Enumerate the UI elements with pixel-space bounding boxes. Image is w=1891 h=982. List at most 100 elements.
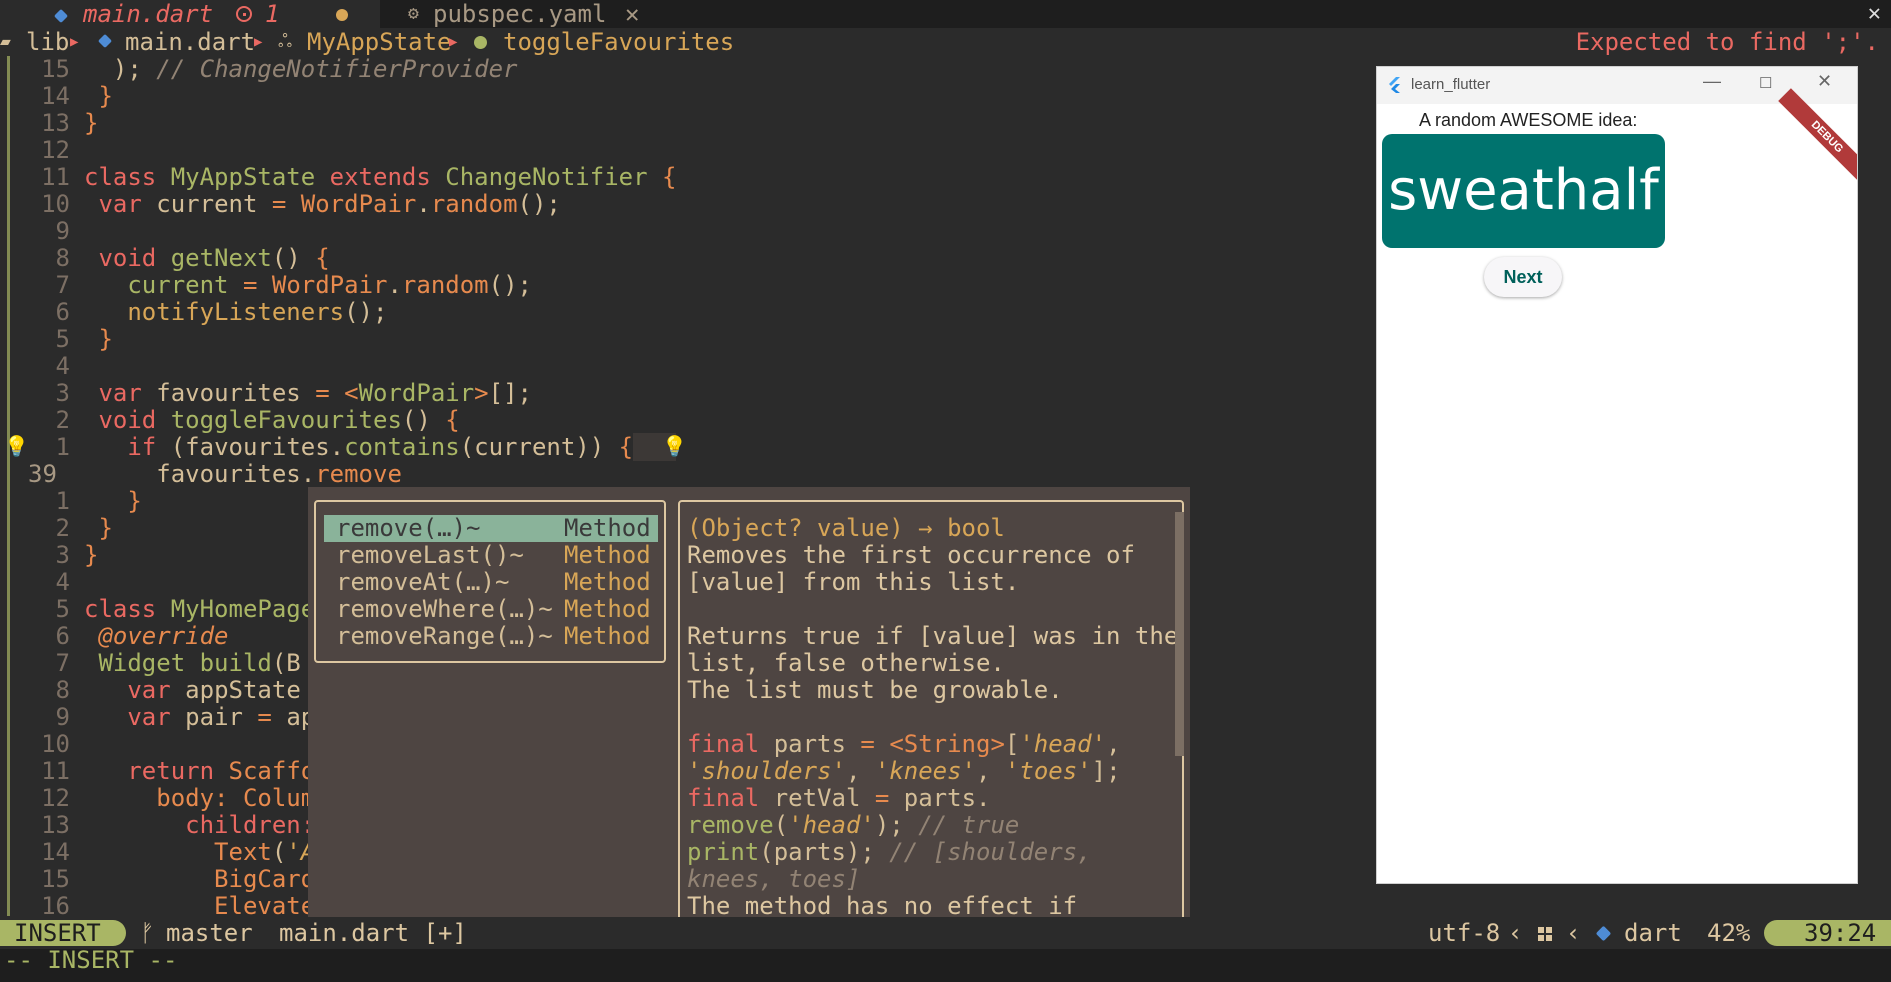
line-number: 16 <box>41 892 70 920</box>
line-number: 11 <box>41 757 70 785</box>
line-number: 4 <box>55 568 70 596</box>
line-number: 8 <box>55 244 70 272</box>
completion-label: removeLast()~ <box>336 541 524 569</box>
completion-kind: Method <box>564 541 651 569</box>
tab-main-dart[interactable]: main.dart 1 <box>0 0 380 28</box>
modified-indicator-icon <box>336 9 348 21</box>
diagnostic-message: Expected to find ';'. <box>1575 28 1879 56</box>
line-number: 13 <box>41 811 70 839</box>
code-line: } <box>98 82 113 110</box>
doc-code: final parts = <String>['head', <box>687 730 1121 758</box>
completion-label: removeRange(…)~ <box>336 622 553 650</box>
doc-text: list, false otherwise. <box>687 649 1005 677</box>
doc-text: Returns true if [value] was in the <box>687 622 1179 650</box>
code-line: var current = WordPair.random(); <box>98 190 561 218</box>
cursor-position: 39:24 <box>1804 919 1877 947</box>
documentation-popup[interactable]: (Object? value) → bool Removes the first… <box>678 500 1184 932</box>
completion-item[interactable]: removeAt(…)~ Method <box>324 569 658 596</box>
completion-item[interactable]: removeRange(…)~ Method <box>324 623 658 650</box>
line-number: 2 <box>55 406 70 434</box>
maximize-icon[interactable]: ☐ <box>1759 74 1772 92</box>
close-tab-icon[interactable]: ✕ <box>625 0 639 28</box>
close-icon[interactable]: ✕ <box>1817 71 1832 92</box>
code-line: var favourites = <WordPair>[]; <box>98 379 532 407</box>
completion-menu[interactable]: remove(…)~ Method removeLast()~ Method rem… <box>314 500 666 663</box>
code-line: @override <box>98 622 229 650</box>
code-line: children: [ <box>185 811 344 839</box>
line-number: 3 <box>55 541 70 569</box>
completion-label: removeAt(…)~ <box>336 568 510 596</box>
code-line: void getNext() { <box>98 244 330 272</box>
code-line: } <box>98 325 113 353</box>
completion-kind: Method <box>564 514 651 542</box>
line-number: 11 <box>41 163 70 191</box>
error-icon <box>236 6 252 22</box>
doc-scrollbar[interactable] <box>1175 512 1184 756</box>
line-number: 6 <box>55 298 70 326</box>
breadcrumb-method[interactable]: toggleFavourites <box>503 28 734 56</box>
doc-code: 'shoulders', 'knees', 'toes']; <box>687 757 1121 785</box>
git-branch-icon: ᚠ <box>140 919 155 947</box>
word-pair: sweathalf <box>1388 158 1659 223</box>
code-line: body: Column( <box>156 784 344 812</box>
line-number: 13 <box>41 109 70 137</box>
code-line: } <box>84 109 99 137</box>
minimize-icon[interactable]: — <box>1703 71 1721 92</box>
next-button[interactable]: Next <box>1484 257 1562 297</box>
lightbulb-icon[interactable]: 💡 <box>4 434 29 458</box>
breadcrumb: ▰ lib ▶ main.dart ▶ ஃ MyAppState ▶ toggl… <box>0 28 1891 56</box>
breadcrumb-class[interactable]: MyAppState <box>307 28 452 56</box>
completion-label: remove(…)~ <box>336 514 481 542</box>
dart-file-icon <box>1595 925 1612 942</box>
code-line: class MyHomePage <box>84 595 316 623</box>
doc-code: remove('head'); // true <box>687 811 1020 839</box>
breadcrumb-file[interactable]: main.dart <box>125 28 255 56</box>
line-number: 14 <box>41 82 70 110</box>
doc-signature: (Object? value) → bool <box>687 514 1005 542</box>
line-number: 3 <box>55 379 70 407</box>
lightbulb-icon[interactable]: 💡 <box>662 434 687 458</box>
line-number: 4 <box>55 352 70 380</box>
doc-text: The list must be growable. <box>687 676 1063 704</box>
method-icon <box>474 36 487 49</box>
line-number: 5 <box>55 325 70 353</box>
code-line: current = WordPair.random(); <box>127 271 532 299</box>
completion-kind: Method <box>564 568 651 596</box>
code-line: favourites.remove <box>156 460 402 488</box>
code-line: } <box>127 487 142 515</box>
app-heading: A random AWESOME idea: <box>1419 110 1638 130</box>
file-name: main.dart [+] <box>279 919 467 947</box>
mode-indicator: INSERT <box>0 920 126 946</box>
completion-item[interactable]: removeWhere(…)~ Method <box>324 596 658 623</box>
code-line: ); // ChangeNotifierProvider <box>112 55 518 83</box>
completion-item[interactable]: remove(…)~ Method <box>324 515 658 542</box>
line-number: 1 <box>55 487 70 515</box>
completion-label: removeWhere(…)~ <box>336 595 553 623</box>
breadcrumb-folder[interactable]: lib <box>26 28 69 56</box>
line-number: 6 <box>55 622 70 650</box>
line-number: 5 <box>55 595 70 623</box>
line-number: 12 <box>41 784 70 812</box>
dart-file-icon <box>97 33 113 49</box>
code-line: } <box>98 514 113 542</box>
doc-text: [value] from this list. <box>687 568 1020 596</box>
command-line[interactable]: -- INSERT -- <box>0 948 1891 982</box>
completion-item[interactable]: removeLast()~ Method <box>324 542 658 569</box>
status-line: INSERT ᚠ master main.dart [+] utf-8 ‹ ‹ … <box>0 917 1891 949</box>
line-number: 12 <box>41 136 70 164</box>
file-encoding: utf-8 <box>1428 919 1501 947</box>
line-number: 7 <box>55 649 70 677</box>
flutter-app-window[interactable]: learn_flutter — ☐ ✕ A random AWESOME ide… <box>1376 66 1858 884</box>
app-window-title: learn_flutter <box>1411 76 1491 93</box>
windows-icon <box>1538 927 1552 941</box>
code-line: notifyListeners(); <box>127 298 388 326</box>
completion-kind: Method <box>564 622 651 650</box>
chevron-right-icon: ▶ <box>70 34 79 50</box>
app-body: A random AWESOME idea: sweathalf Next DE… <box>1377 88 1857 883</box>
separator-icon: ‹ <box>1566 919 1581 947</box>
line-number: 10 <box>41 190 70 218</box>
doc-text: Removes the first occurrence of <box>687 541 1135 569</box>
separator-icon: ‹ <box>1508 919 1523 947</box>
close-window-icon[interactable]: ✕ <box>1868 0 1881 28</box>
tab-pubspec-yaml[interactable]: ⚙ pubspec.yaml ✕ <box>400 0 660 28</box>
